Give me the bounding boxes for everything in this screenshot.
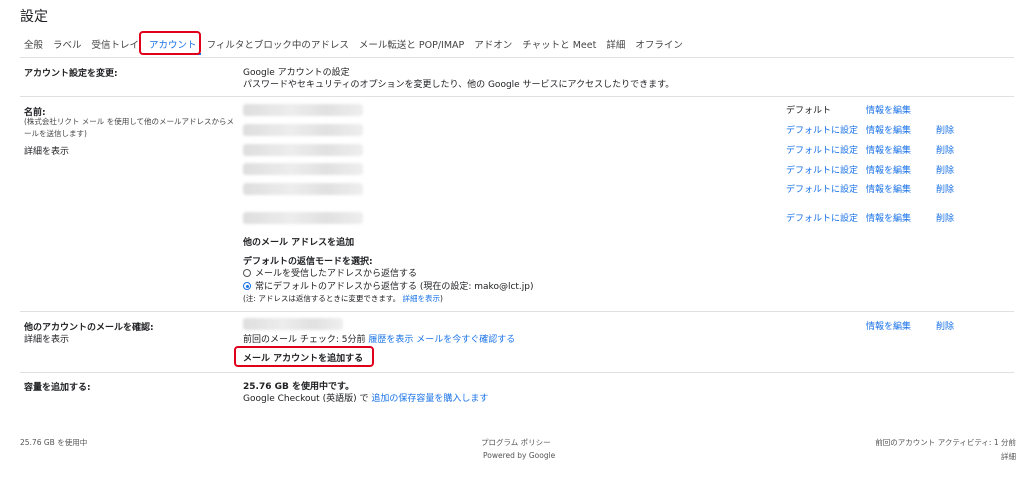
set-default-link[interactable]: デフォルトに設定 [786, 182, 858, 195]
tab-9[interactable]: オフライン [635, 37, 683, 51]
footer-usage: 25.76 GB を使用中 [20, 438, 88, 447]
redacted-address [243, 183, 363, 195]
tab-1[interactable]: ラベル [53, 37, 82, 51]
set-default-link[interactable]: デフォルトに設定 [786, 163, 858, 176]
edit-info-link[interactable]: 情報を編集 [866, 211, 911, 224]
check-mail-now-link[interactable]: メールを今すぐ確認する [416, 335, 515, 345]
storage-checkout-line: Google Checkout (英語版) で 追加の保存容量を購入します [243, 394, 489, 404]
set-default-link[interactable]: デフォルトに設定 [786, 123, 858, 136]
edit-info-link[interactable]: 情報を編集 [866, 143, 911, 156]
tab-5[interactable]: メール転送と POP/IMAP [359, 37, 464, 51]
check-mail-details-link[interactable]: 詳細を表示 [24, 332, 69, 345]
view-history-link[interactable]: 履歴を表示 [368, 335, 413, 345]
reply-note-details-link[interactable]: 詳細を表示 [402, 294, 440, 303]
set-default-link[interactable]: デフォルトに設定 [786, 143, 858, 156]
activity-details-link[interactable]: 詳細 [1001, 451, 1016, 462]
active-tab-highlight [139, 31, 201, 55]
delete-link[interactable]: 削除 [936, 319, 954, 332]
tab-4[interactable]: フィルタとブロック中のアドレス [207, 37, 349, 51]
page-title: 設定 [20, 9, 48, 25]
tab-8[interactable]: 詳細 [606, 37, 625, 51]
redacted-address [243, 163, 363, 175]
edit-info-link[interactable]: 情報を編集 [866, 182, 911, 195]
delete-link[interactable]: 削除 [936, 163, 954, 176]
delete-link[interactable]: 削除 [936, 182, 954, 195]
set-default-link[interactable]: デフォルトに設定 [786, 211, 858, 224]
reply-note: (注: アドレスは返信するときに変更できます。 詳細を表示) [243, 294, 443, 303]
delete-link[interactable]: 削除 [936, 211, 954, 224]
edit-info-link[interactable]: 情報を編集 [866, 103, 911, 116]
redacted-address [243, 104, 363, 116]
add-mail-account-link[interactable]: メール アカウントを追加する [243, 351, 363, 364]
tab-2[interactable]: 受信トレイ [92, 37, 140, 51]
storage-label: 容量を追加する: [24, 383, 91, 393]
settings-tabs: 全般 ラベル 受信トレイ アカウント フィルタとブロック中のアドレス メール転送と POP… [24, 37, 693, 55]
edit-info-link[interactable]: 情報を編集 [866, 319, 911, 332]
delete-link[interactable]: 削除 [936, 123, 954, 136]
add-email-address-link[interactable]: 他のメール アドレスを追加 [243, 235, 354, 248]
last-activity: 前回のアカウント アクティビティ: 1 分前 [875, 438, 1016, 447]
powered-by: Powered by Google [483, 451, 556, 460]
radio-selected-icon[interactable] [243, 282, 251, 290]
redacted-address [243, 124, 363, 136]
edit-info-link[interactable]: 情報を編集 [866, 123, 911, 136]
radio-icon[interactable] [243, 269, 251, 277]
divider [20, 311, 1014, 312]
redacted-address [243, 144, 363, 156]
tab-6[interactable]: アドオン [474, 37, 512, 51]
tab-7[interactable]: チャットと Meet [522, 37, 596, 51]
buy-storage-link[interactable]: 追加の保存容量を購入します [371, 394, 488, 404]
divider [20, 96, 1014, 97]
name-desc: (株式会社リクト メール を使用して他のメールアドレスからメールを送信します) [24, 117, 234, 138]
edit-info-link[interactable]: 情報を編集 [866, 163, 911, 176]
tab-0[interactable]: 全般 [24, 37, 43, 51]
reply-option-default[interactable]: 常にデフォルトのアドレスから返信する (現在の設定: mako@lct.jp) [243, 279, 534, 292]
program-policy-link[interactable]: プログラム ポリシー [481, 437, 551, 448]
delete-link[interactable]: 削除 [936, 143, 954, 156]
divider [20, 57, 1014, 58]
redacted-address [243, 318, 343, 330]
default-label: デフォルト [786, 106, 832, 116]
name-details-link[interactable]: 詳細を表示 [24, 144, 69, 157]
account-settings-desc: パスワードやセキュリティのオプションを変更したり、他の Google サービスに… [243, 80, 675, 90]
last-check-line: 前回のメール チェック: 5分前 履歴を表示 メールを今すぐ確認する [243, 335, 516, 345]
reply-option-received[interactable]: メールを受信したアドレスから返信する [243, 266, 417, 279]
account-settings-label: アカウント設定を変更: [24, 69, 118, 79]
divider [20, 372, 1014, 373]
redacted-address [243, 212, 363, 224]
